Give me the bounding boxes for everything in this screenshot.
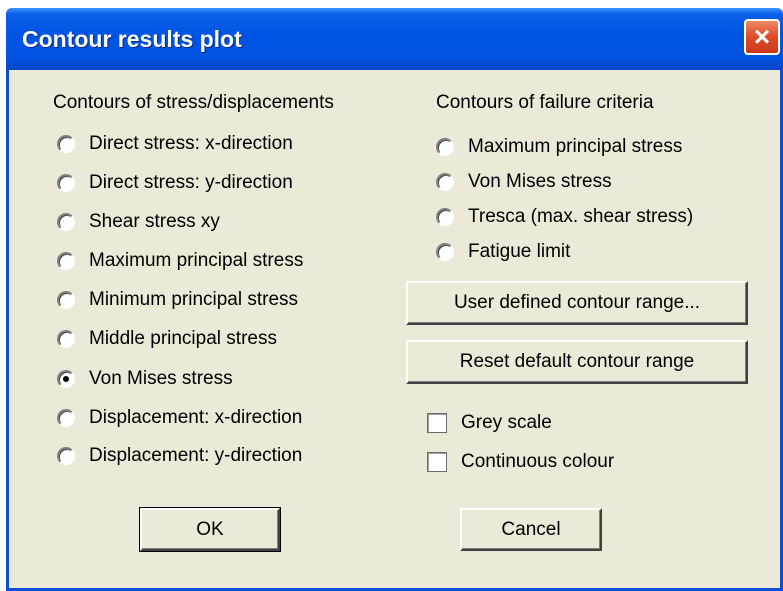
checkbox-continuous-colour[interactable]: Continuous colour bbox=[427, 448, 614, 476]
radio-shear-stress-xy[interactable]: Shear stress xy bbox=[57, 208, 220, 236]
radio-failure-tresca[interactable]: Tresca (max. shear stress) bbox=[436, 203, 693, 231]
radio-displacement-y[interactable]: Displacement: y-direction bbox=[57, 442, 302, 470]
radio-failure-von-mises[interactable]: Von Mises stress bbox=[436, 168, 612, 196]
radio-button[interactable] bbox=[57, 330, 75, 348]
ok-button[interactable]: OK bbox=[139, 507, 281, 552]
radio-label: Tresca (max. shear stress) bbox=[468, 206, 694, 227]
user-defined-range-button[interactable]: User defined contour range... bbox=[406, 281, 748, 325]
radio-button[interactable] bbox=[57, 213, 75, 231]
title-bar[interactable]: Contour results plot × bbox=[6, 8, 783, 70]
radio-label: Maximum principal stress bbox=[89, 250, 304, 271]
radio-minimum-principal-stress[interactable]: Minimum principal stress bbox=[57, 286, 298, 314]
radio-label: Maximum principal stress bbox=[468, 136, 683, 157]
checkbox-label: Continuous colour bbox=[461, 451, 615, 472]
radio-button-selected[interactable] bbox=[57, 370, 75, 388]
checkbox[interactable] bbox=[427, 413, 447, 433]
radio-label: Direct stress: y-direction bbox=[89, 172, 293, 193]
cancel-button[interactable]: Cancel bbox=[460, 508, 602, 551]
radio-label: Middle principal stress bbox=[89, 328, 277, 349]
checkbox-label: Grey scale bbox=[461, 412, 552, 433]
radio-von-mises-stress[interactable]: Von Mises stress bbox=[57, 365, 233, 393]
close-button[interactable]: × bbox=[744, 19, 780, 55]
radio-button[interactable] bbox=[436, 173, 454, 191]
radio-label: Fatigue limit bbox=[468, 241, 571, 262]
stress-group-heading: Contours of stress/displacements bbox=[53, 92, 334, 113]
failure-group-heading: Contours of failure criteria bbox=[436, 92, 654, 113]
checkbox[interactable] bbox=[427, 452, 447, 472]
radio-button[interactable] bbox=[57, 135, 75, 153]
radio-middle-principal-stress[interactable]: Middle principal stress bbox=[57, 325, 277, 353]
radio-button[interactable] bbox=[57, 174, 75, 192]
radio-label: Displacement: x-direction bbox=[89, 407, 303, 428]
radio-button[interactable] bbox=[436, 138, 454, 156]
radio-label: Displacement: y-direction bbox=[89, 445, 303, 466]
radio-failure-max-principal[interactable]: Maximum principal stress bbox=[436, 133, 682, 161]
reset-range-button[interactable]: Reset default contour range bbox=[406, 340, 748, 384]
dialog-title: Contour results plot bbox=[22, 26, 242, 52]
radio-button[interactable] bbox=[57, 409, 75, 427]
radio-label: Direct stress: x-direction bbox=[89, 133, 293, 154]
dialog-window: Contour results plot × Contours of stres… bbox=[6, 8, 783, 591]
radio-label: Shear stress xy bbox=[89, 211, 220, 232]
radio-button[interactable] bbox=[436, 208, 454, 226]
radio-maximum-principal-stress[interactable]: Maximum principal stress bbox=[57, 247, 303, 275]
radio-button[interactable] bbox=[57, 291, 75, 309]
radio-label: Von Mises stress bbox=[89, 368, 233, 389]
radio-button[interactable] bbox=[436, 243, 454, 261]
radio-button[interactable] bbox=[57, 447, 75, 465]
radio-label: Von Mises stress bbox=[468, 171, 612, 192]
checkbox-grey-scale[interactable]: Grey scale bbox=[427, 409, 552, 437]
radio-label: Minimum principal stress bbox=[89, 289, 299, 310]
close-icon: × bbox=[753, 21, 771, 52]
radio-displacement-x[interactable]: Displacement: x-direction bbox=[57, 404, 302, 432]
radio-failure-fatigue-limit[interactable]: Fatigue limit bbox=[436, 238, 570, 266]
radio-button[interactable] bbox=[57, 252, 75, 270]
radio-direct-stress-y[interactable]: Direct stress: y-direction bbox=[57, 169, 293, 197]
radio-direct-stress-x[interactable]: Direct stress: x-direction bbox=[57, 130, 293, 158]
